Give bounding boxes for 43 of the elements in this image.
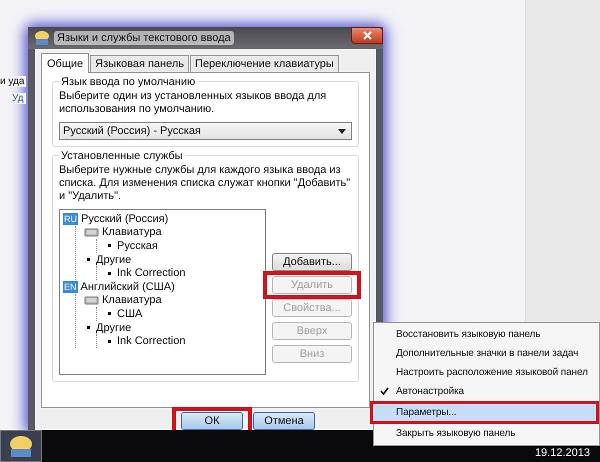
link[interactable]: Уд [12,93,26,104]
clock: 19.12.2013 [534,447,590,459]
tab[interactable]: Общие [41,53,90,73]
tree-item[interactable]: США [117,308,142,320]
bullet-icon [108,244,111,248]
dropdown-arrow-icon [338,128,346,134]
taskbar-button[interactable] [0,430,42,462]
group-title: Установленные службы [59,150,185,162]
menu-item[interactable]: Восстановить языковую панель [374,325,599,344]
bullet-icon [87,258,90,262]
language-dropdown[interactable]: Русский (Россия) - Русская [59,122,352,140]
description: Выберите нужные службы для каждого языка ввода из списка. Для изменения списка служат кнопки "Добавить" и "Удалить". [59,164,352,203]
tree-item[interactable]: Клавиатура [102,226,162,238]
page-text: и уда [0,76,26,87]
bullet-icon [108,340,111,343]
bullet-icon [108,312,111,316]
tree-item[interactable]: Ink Correction [117,267,186,280]
tab[interactable]: Языковая панель [90,55,190,72]
group-title: Язык ввода по умолчанию [59,76,198,88]
tree-item[interactable]: Русский (Россия) [81,212,168,225]
menu-item[interactable]: Автонастройка [374,382,599,401]
bullet-icon [108,272,111,275]
menu-item[interactable]: Настроить расположение языковой панел [374,363,599,382]
button[interactable]: ОК [181,412,243,430]
button[interactable]: Добавить... [272,253,352,271]
menu-item[interactable]: Параметры... [370,401,599,424]
close-icon [362,31,372,40]
language-badge: EN [63,280,78,293]
tree-item[interactable]: Другие [96,254,132,266]
language-badge: RU [63,212,78,225]
tree-item[interactable]: Клавиатура [102,294,162,306]
tree-item[interactable]: Ink Correction [117,335,186,348]
tree-item[interactable]: Английский (США) [80,280,175,293]
button[interactable]: Отмена [253,412,315,430]
tree-item[interactable]: Русская [117,240,158,252]
bullet-icon [87,326,90,330]
tree-item[interactable]: Другие [96,322,132,334]
description: Выберите один из установленных языков ввода для использования по умолчанию. [59,90,328,116]
menu-item[interactable]: Закрыть языковую панель [374,424,599,443]
menu-item[interactable]: Дополнительные значки в панели задач [374,344,599,363]
window-title: Языки и службы текстового ввода [54,31,234,45]
tab[interactable]: Переключение клавиатуры [190,55,339,72]
close-button[interactable] [351,27,383,44]
